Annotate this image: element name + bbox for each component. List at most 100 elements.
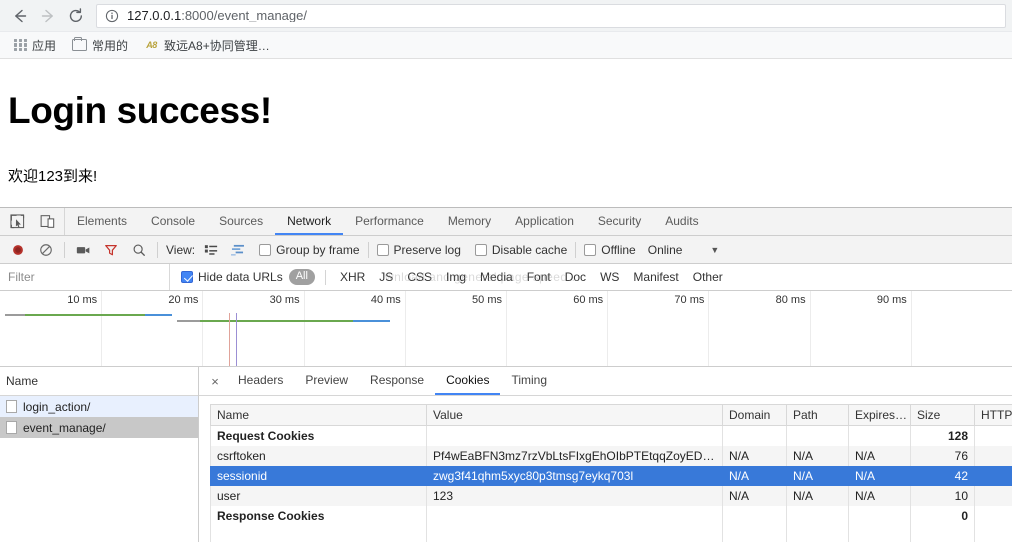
cookie-name-cell: Request Cookies — [210, 425, 427, 446]
filter-type-xhr[interactable]: XHR — [336, 270, 369, 284]
filter-type-doc[interactable]: Doc — [561, 270, 590, 284]
col-expires[interactable]: Expires… — [848, 404, 911, 426]
filter-type-img[interactable]: Img — [442, 270, 470, 284]
detail-tab-cookies[interactable]: Cookies — [435, 367, 501, 395]
cookie-value-cell — [426, 505, 723, 526]
filter-type-manifest[interactable]: Manifest — [629, 270, 682, 284]
reload-button[interactable] — [62, 2, 90, 30]
list-view-icon[interactable] — [201, 240, 221, 260]
disable-cache-checkbox[interactable]: Disable cache — [474, 243, 567, 257]
funnel-icon[interactable] — [101, 240, 121, 260]
filter-type-js[interactable]: JS — [375, 270, 397, 284]
timeline-bar-segment — [177, 320, 201, 322]
hide-data-urls-checkbox[interactable]: Hide data URLs — [181, 270, 283, 284]
page-welcome-text: 欢迎123到来! — [8, 167, 98, 185]
group-by-frame-label: Group by frame — [276, 242, 360, 257]
col-value[interactable]: Value — [426, 404, 723, 426]
preserve-log-box[interactable] — [376, 243, 389, 256]
detail-tab-headers[interactable]: Headers — [227, 367, 294, 395]
waterfall-view-icon[interactable] — [227, 240, 247, 260]
preserve-log-checkbox[interactable]: Preserve log — [376, 243, 461, 257]
back-arrow-icon — [15, 9, 27, 22]
disable-cache-box[interactable] — [474, 243, 487, 256]
inspect-element-icon[interactable] — [7, 212, 27, 232]
network-toolbar: View: Group by frame Preserve log Disabl… — [0, 236, 1012, 264]
group-by-frame-box[interactable] — [259, 243, 272, 256]
tab-console[interactable]: Console — [139, 208, 207, 235]
info-circle-icon[interactable] — [105, 9, 119, 23]
devtools-tool-icons — [0, 208, 65, 235]
cookies-empty-cell — [848, 525, 911, 542]
tab-application[interactable]: Application — [503, 208, 586, 235]
filter-type-media[interactable]: Media — [476, 270, 517, 284]
timeline-request-bar — [177, 320, 390, 322]
cookies-table-row[interactable]: sessionid zwg3f41qhm5xyc80p3tmsg7eykq703l… — [210, 465, 1012, 486]
col-http[interactable]: HTTP — [974, 404, 1012, 426]
col-name[interactable]: Name — [210, 404, 427, 426]
filter-type-other[interactable]: Other — [689, 270, 727, 284]
chevron-down-icon[interactable]: ▼ — [710, 245, 719, 255]
cookies-table-row[interactable]: Request Cookies 128 — [210, 425, 1012, 446]
request-name: login_action/ — [23, 399, 91, 414]
offline-box[interactable] — [584, 243, 597, 256]
col-domain[interactable]: Domain — [722, 404, 787, 426]
col-path[interactable]: Path — [786, 404, 849, 426]
col-size[interactable]: Size — [910, 404, 975, 426]
page-title: Login success! — [8, 90, 272, 131]
cookie-size-cell: 76 — [910, 445, 975, 466]
offline-checkbox[interactable]: Offline — [584, 243, 636, 257]
timeline-bar-segment — [5, 314, 26, 316]
magnifier-icon[interactable] — [129, 240, 149, 260]
filter-type-ws[interactable]: WS — [596, 270, 623, 284]
cookies-table-row[interactable]: csrftoken Pf4wEaBFN3mz7rzVbLtsFIxgEhOIbPT… — [210, 445, 1012, 466]
filter-input[interactable]: Filter — [0, 264, 170, 290]
browser-toolbar: 127.0.0.1:8000/event_manage/ — [0, 0, 1012, 32]
record-circle-icon[interactable] — [8, 240, 28, 260]
tab-security[interactable]: Security — [586, 208, 653, 235]
group-by-frame-checkbox[interactable]: Group by frame — [259, 242, 360, 257]
request-row-login-action[interactable]: login_action/ — [0, 396, 198, 417]
filter-type-font[interactable]: Font — [523, 270, 555, 284]
filter-type-css[interactable]: CSS — [403, 270, 436, 284]
filter-type-all[interactable]: All — [288, 269, 315, 285]
cookie-size-cell: 10 — [910, 485, 975, 506]
bookmark-folder[interactable]: 常用的 — [66, 35, 134, 56]
request-column-header[interactable]: Name — [0, 367, 198, 396]
cookies-table-row[interactable]: Response Cookies 0 — [210, 505, 1012, 526]
clear-prohibited-icon[interactable] — [36, 240, 56, 260]
cookie-http-cell — [974, 485, 1012, 506]
tab-network[interactable]: Network — [275, 208, 344, 235]
tab-memory[interactable]: Memory — [436, 208, 503, 235]
tab-elements[interactable]: Elements — [65, 208, 139, 235]
tab-audits[interactable]: Audits — [653, 208, 710, 235]
detail-tab-preview[interactable]: Preview — [294, 367, 359, 395]
forward-button[interactable] — [34, 2, 62, 30]
detail-tab-response[interactable]: Response — [359, 367, 435, 395]
filter-options: Hide data URLs All XHR JS CSS Img Media … — [170, 269, 727, 285]
throttling-select[interactable]: Online ▼ — [648, 243, 720, 257]
hide-data-urls-box[interactable] — [181, 271, 193, 283]
cookie-size-cell: 0 — [910, 505, 975, 526]
tab-performance[interactable]: Performance — [343, 208, 436, 235]
tab-sources[interactable]: Sources — [207, 208, 275, 235]
bookmark-a8[interactable]: A8 致远A8+协同管理… — [138, 35, 276, 56]
devtools-panel: Elements Console Sources Network Perform… — [0, 207, 1012, 542]
cookies-empty-cell — [210, 525, 427, 542]
devtools-tabs: Elements Console Sources Network Perform… — [65, 208, 711, 235]
bookmark-apps[interactable]: 应用 — [8, 35, 62, 56]
request-row-event-manage[interactable]: event_manage/ — [0, 417, 198, 438]
timeline-tick-label: 20 ms — [168, 294, 199, 306]
cookies-table-row[interactable]: user 123 N/A N/A N/A 10 — [210, 485, 1012, 506]
device-toolbar-icon[interactable] — [37, 212, 57, 232]
address-bar[interactable]: 127.0.0.1:8000/event_manage/ — [96, 3, 1006, 28]
close-icon[interactable]: × — [203, 367, 227, 395]
cookies-empty-cell — [974, 525, 1012, 542]
timeline-tick-label: 90 ms — [876, 294, 907, 306]
reload-arrow-icon — [69, 7, 82, 22]
camera-icon[interactable] — [73, 240, 93, 260]
page-content: Login success! 欢迎123到来! — [0, 59, 1012, 207]
back-button[interactable] — [6, 2, 34, 30]
network-overview-timeline[interactable]: 10 ms 20 ms 30 ms 40 ms 50 ms 60 ms 70 ms 80 ms… — [0, 291, 1012, 367]
cookie-domain-cell — [722, 505, 787, 526]
detail-tab-timing[interactable]: Timing — [500, 367, 558, 395]
